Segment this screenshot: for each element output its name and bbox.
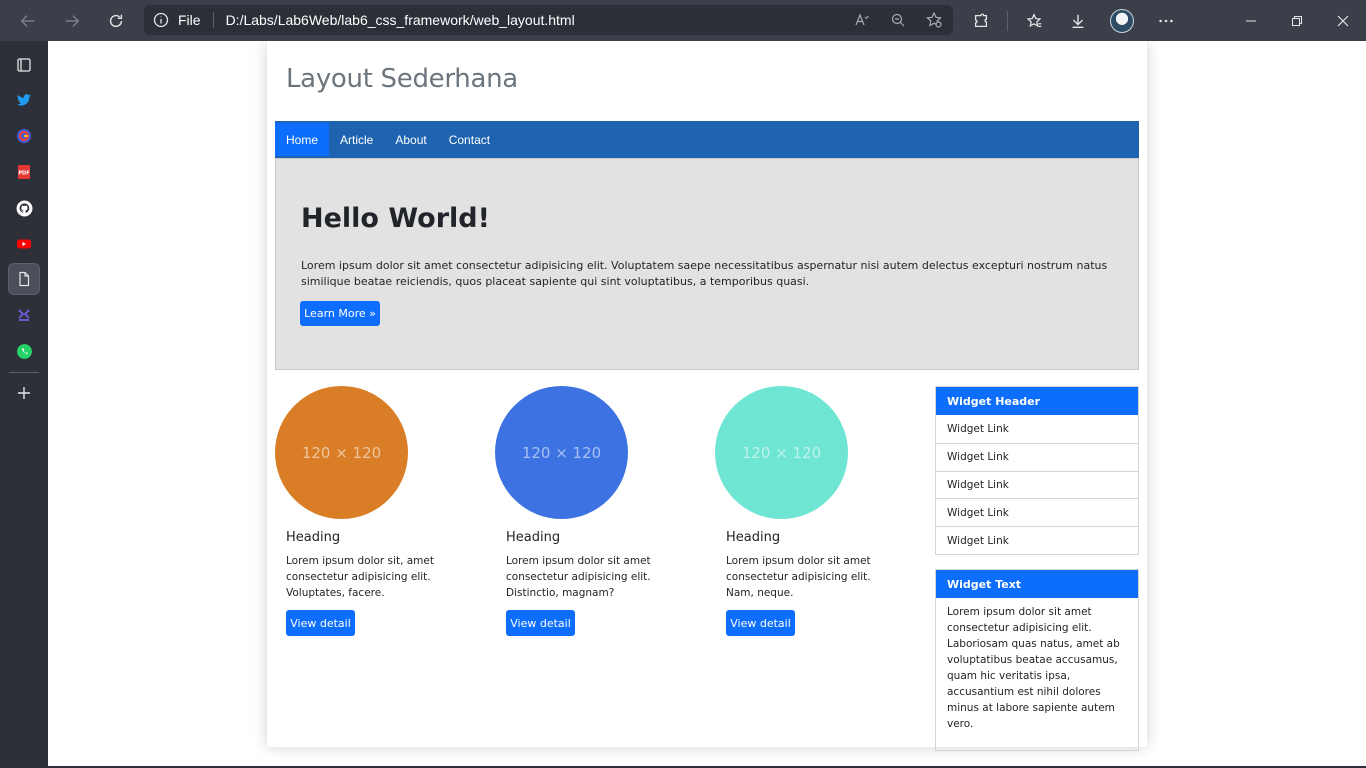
nav-article[interactable]: Article: [329, 123, 384, 156]
downloads-button[interactable]: [1056, 0, 1100, 41]
browser-toolbar: File D:/Labs/Lab6Web/lab6_css_framework/…: [0, 0, 1366, 41]
widget-header: Widget Text: [936, 570, 1138, 598]
youtube-icon[interactable]: [8, 228, 40, 260]
more-icon: [1159, 19, 1173, 22]
hero-section: Hello World! Lorem ipsum dolor sit amet …: [275, 158, 1139, 370]
widget-link[interactable]: Widget Link: [936, 526, 1138, 554]
widget-link[interactable]: Widget Link: [936, 415, 1138, 443]
profile-button[interactable]: [1100, 0, 1144, 41]
svg-text:PDF: PDF: [18, 171, 29, 177]
widget-body: Lorem ipsum dolor sit amet consectetur a…: [947, 606, 1120, 730]
hero-text: Lorem ipsum dolor sit amet consectetur a…: [301, 259, 1108, 288]
widget-text: Widget Text Lorem ipsum dolor sit amet c…: [935, 569, 1139, 751]
info-icon[interactable]: [144, 12, 178, 28]
app-icon[interactable]: [8, 299, 40, 331]
whatsapp-icon[interactable]: [8, 335, 40, 367]
close-window-button[interactable]: [1320, 0, 1366, 41]
widget-links: Widget Header Widget Link Widget Link Wi…: [935, 386, 1139, 555]
card-text: Lorem ipsum dolor sit amet consectetur a…: [506, 555, 651, 599]
widget-header: Widget Header: [936, 387, 1138, 415]
view-detail-button[interactable]: View detail: [286, 610, 355, 636]
sidebar-divider: [9, 372, 39, 373]
favorites-icon: [1026, 12, 1042, 27]
page-icon[interactable]: [8, 263, 40, 295]
card-image: 120 × 120: [495, 386, 628, 519]
arrow-left-icon: [20, 14, 35, 27]
refresh-button[interactable]: [94, 0, 138, 41]
forward-button[interactable]: [50, 0, 94, 41]
view-detail-button[interactable]: View detail: [506, 610, 575, 636]
extensions-button[interactable]: [959, 0, 1003, 41]
add-icon[interactable]: [8, 377, 40, 409]
nav-contact[interactable]: Contact: [438, 123, 501, 156]
back-button[interactable]: [6, 0, 50, 41]
restore-icon: [1292, 15, 1302, 26]
nav-home[interactable]: Home: [275, 123, 330, 156]
navbar: Home Article About Contact: [275, 121, 1139, 158]
minimize-button[interactable]: [1228, 0, 1274, 41]
zoom-icon[interactable]: [887, 9, 909, 31]
google-icon[interactable]: [8, 120, 40, 152]
puzzle-icon: [974, 13, 988, 27]
address-url[interactable]: D:/Labs/Lab6Web/lab6_css_framework/web_l…: [214, 12, 575, 28]
address-scheme: File: [178, 12, 214, 28]
widget-link[interactable]: Widget Link: [936, 498, 1138, 526]
learn-more-button[interactable]: Learn More »: [300, 301, 380, 326]
nav-about[interactable]: About: [384, 123, 437, 156]
address-bar[interactable]: File D:/Labs/Lab6Web/lab6_css_framework/…: [144, 5, 953, 35]
hero-heading: Hello World!: [301, 203, 490, 234]
card-heading: Heading: [506, 530, 561, 545]
download-icon: [1072, 14, 1084, 28]
pdf-icon[interactable]: PDF: [8, 156, 40, 188]
card-text: Lorem ipsum dolor sit, amet consectetur …: [286, 555, 434, 599]
avatar: [1110, 8, 1134, 33]
view-detail-button[interactable]: View detail: [726, 610, 795, 636]
twitter-icon[interactable]: [8, 84, 40, 116]
tabs-icon[interactable]: [8, 49, 40, 81]
read-aloud-icon[interactable]: [851, 9, 873, 31]
close-icon: [1337, 15, 1349, 26]
card-text: Lorem ipsum dolor sit amet consectetur a…: [726, 555, 871, 599]
browser-sidebar: PDF: [0, 41, 48, 768]
widget-link[interactable]: Widget Link: [936, 442, 1138, 471]
github-icon[interactable]: [8, 192, 40, 224]
refresh-icon: [109, 14, 123, 27]
more-menu-button[interactable]: [1144, 0, 1188, 41]
restore-button[interactable]: [1274, 0, 1320, 41]
widget-link[interactable]: Widget Link: [936, 470, 1138, 499]
page-title: Layout Sederhana: [286, 64, 518, 94]
toolbar-divider: [1007, 10, 1008, 31]
favorite-add-icon[interactable]: [923, 9, 945, 31]
card-image: 120 × 120: [715, 386, 848, 519]
minimize-icon: [1246, 20, 1256, 21]
page-container: Layout Sederhana Home Article About Cont…: [267, 41, 1147, 751]
arrow-right-icon: [65, 14, 80, 27]
page-viewport: Layout Sederhana Home Article About Cont…: [48, 41, 1366, 768]
card-heading: Heading: [726, 530, 781, 545]
favorites-button[interactable]: [1012, 0, 1056, 41]
card-image: 120 × 120: [275, 386, 408, 519]
card-heading: Heading: [286, 530, 341, 545]
